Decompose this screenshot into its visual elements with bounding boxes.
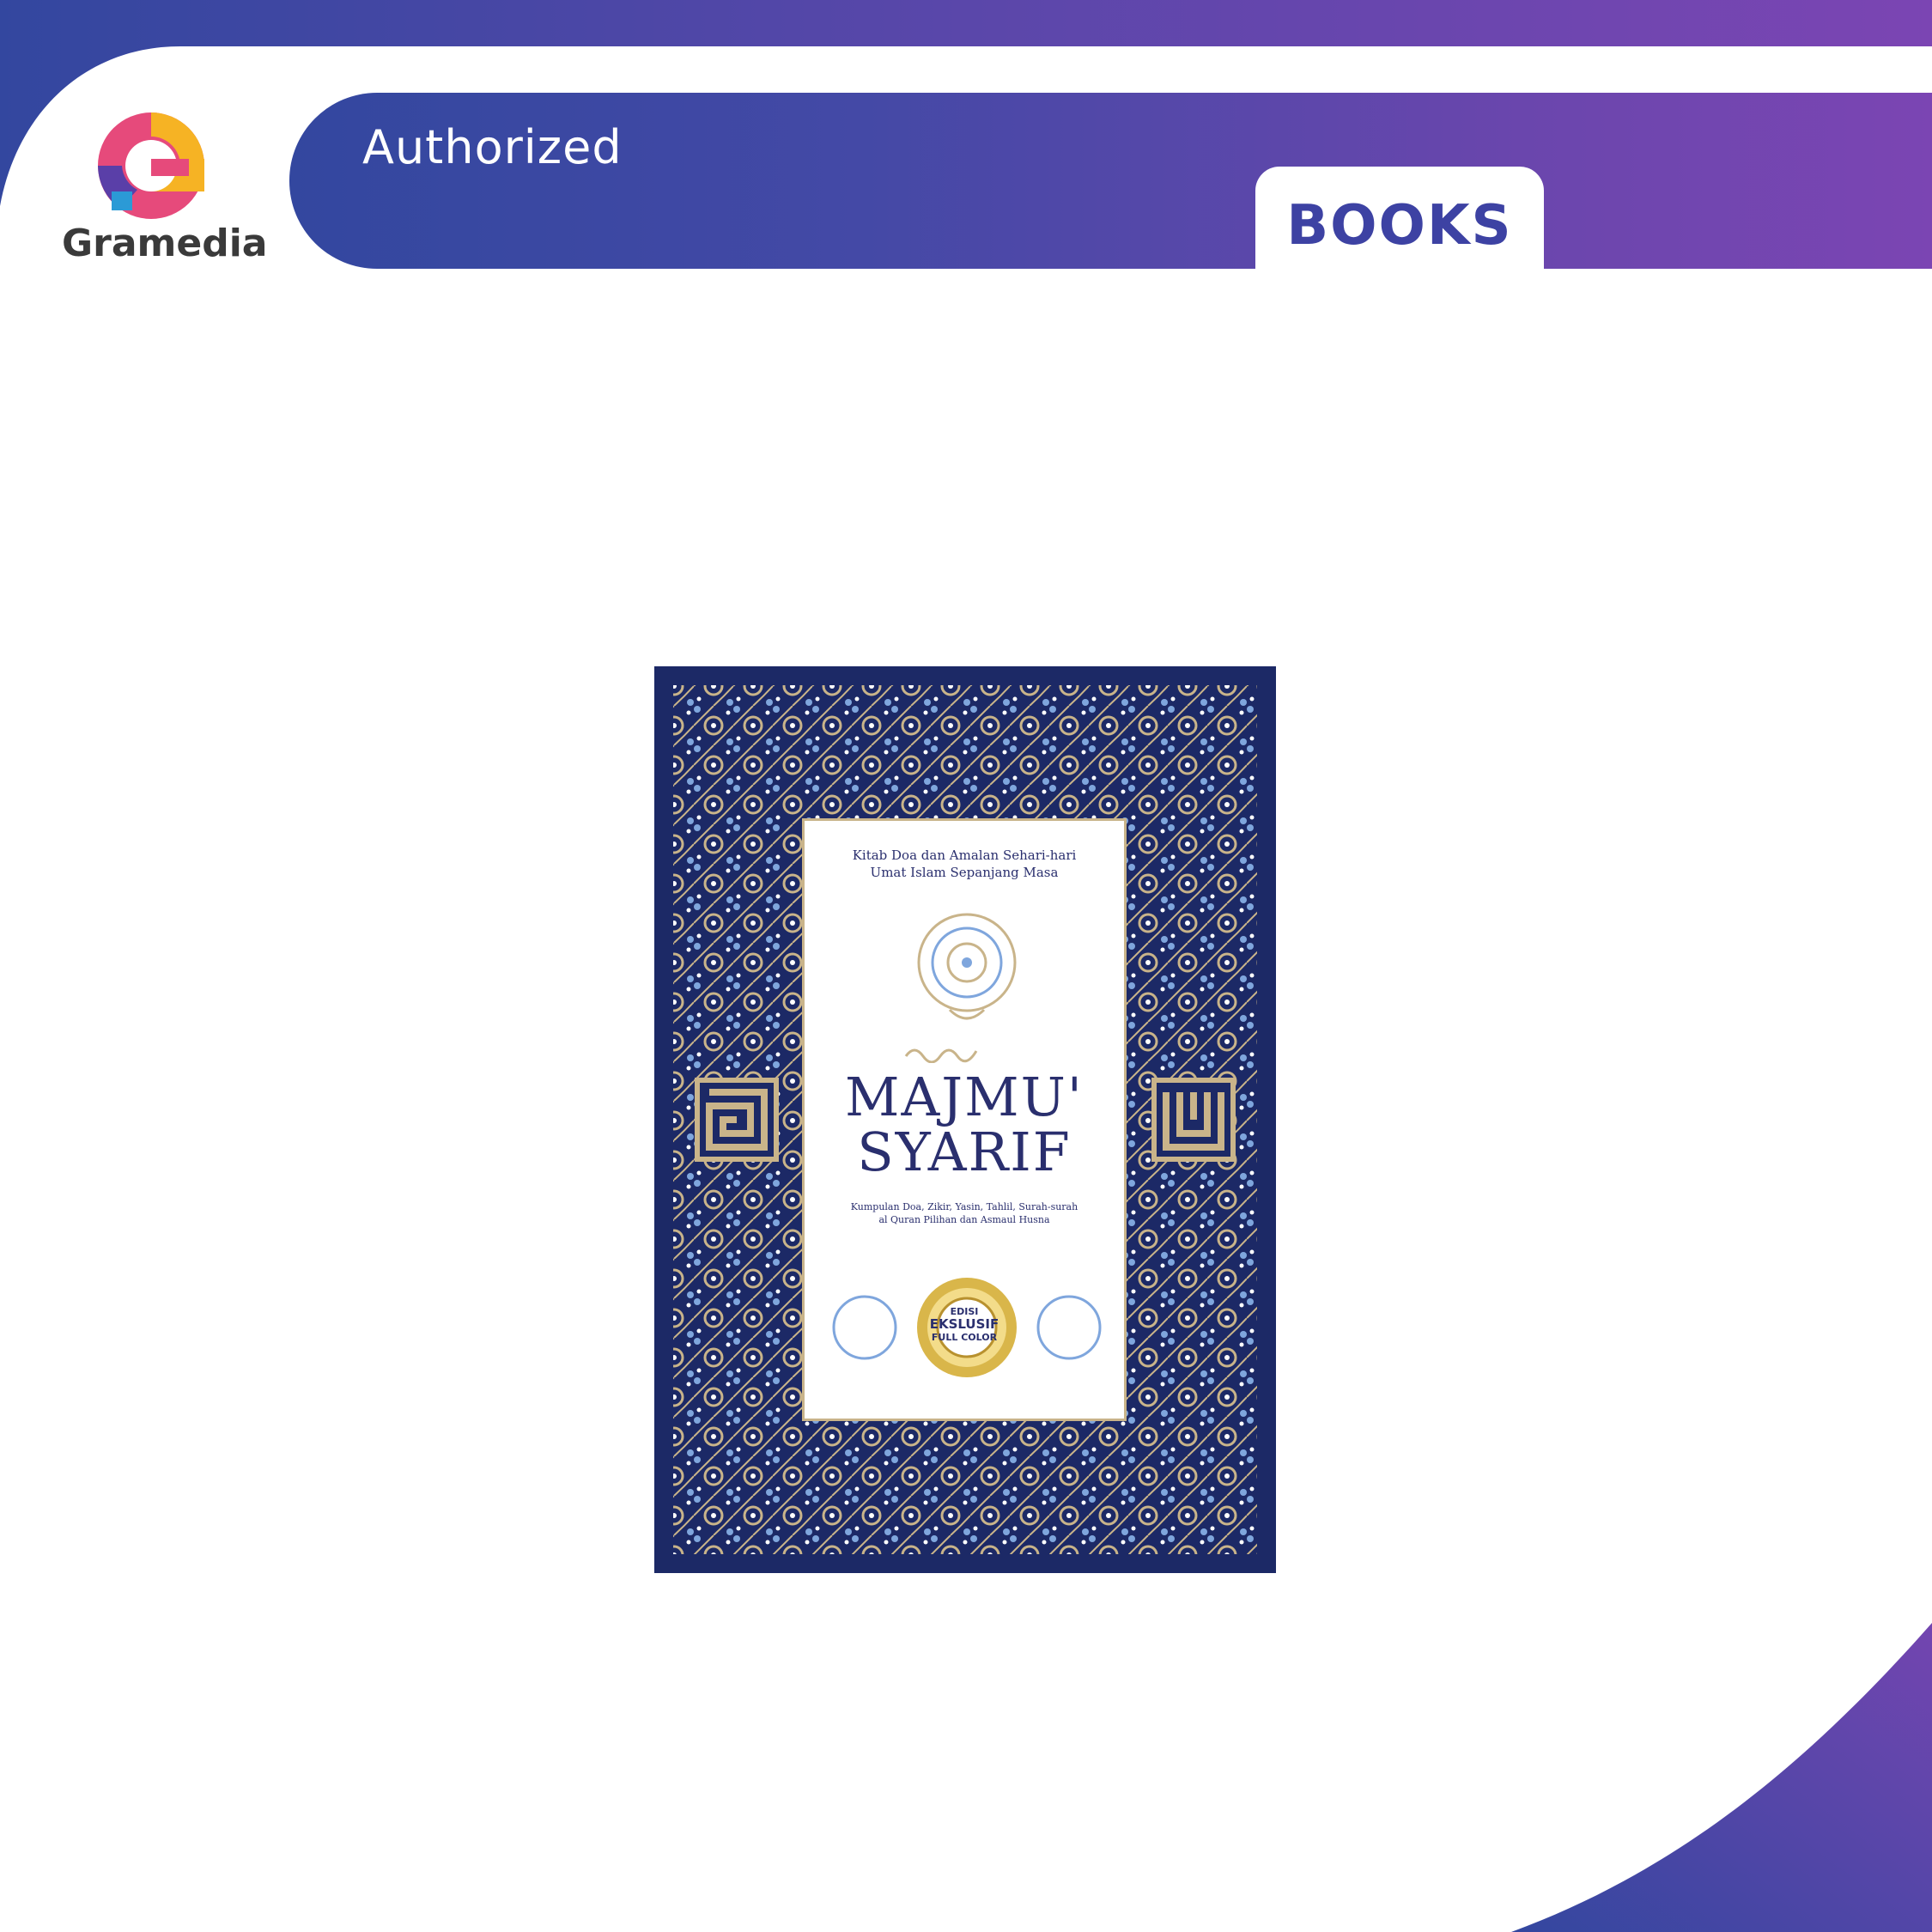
brand-name: Gramedia [62,222,268,265]
arabic-calligraphy-icon [904,1048,978,1063]
cover-subtitle-line: al Quran Pilihan dan Asmaul Husna [878,1214,1050,1225]
book-cover-image: Kitab Doa dan Amalan Sehari-hari Umat Is… [654,666,1276,1573]
cover-kicker-line: Umat Islam Sepanjang Masa [870,865,1059,880]
authorized-label: Authorized [362,120,623,174]
seal-line: FULL COLOR [931,1332,998,1343]
cover-panel: Kitab Doa dan Amalan Sehari-hari Umat Is… [802,818,1127,1421]
cover-kicker-line: Kitab Doa dan Amalan Sehari-hari [852,848,1077,863]
cover-title-line1: MAJMU' [845,1066,1084,1128]
category-tab-books: BOOKS [1255,167,1544,274]
kufic-right-icon [1151,1078,1236,1162]
header-banner [289,93,1932,269]
seal-line: EKSLUSIF [929,1316,999,1332]
cover-title-line2: SYARIF [857,1121,1072,1183]
category-tab-label: BOOKS [1286,194,1513,258]
floral-medallion-icon [917,913,1017,1020]
kufic-left-icon [695,1078,779,1162]
cover-seal: EDISI EKSLUSIF FULL COLOR [805,1305,1124,1344]
cover-subtitle-line: Kumpulan Doa, Zikir, Yasin, Tahlil, Sura… [850,1201,1078,1212]
